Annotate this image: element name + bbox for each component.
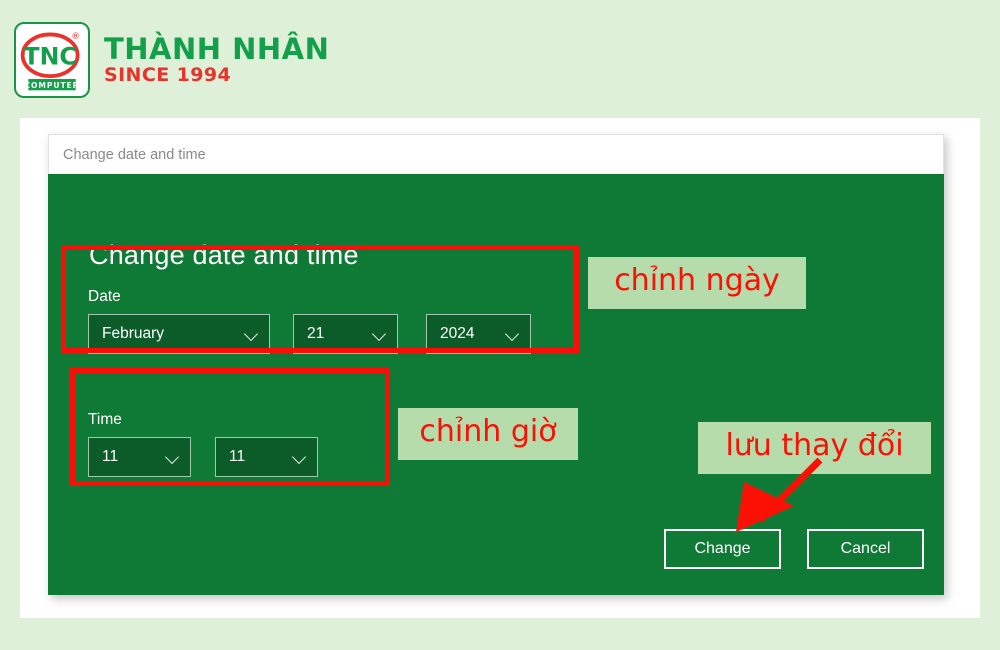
- day-dropdown-value: 21: [307, 324, 325, 342]
- dialog-heading: Change date and time: [89, 240, 359, 270]
- date-dropdown-row: February 21 2024: [88, 313, 531, 354]
- svg-text:®: ®: [71, 32, 80, 42]
- time-callout-label: chỉnh giờ: [398, 408, 578, 460]
- hour-dropdown[interactable]: 11: [88, 436, 191, 477]
- change-date-and-time-dialog: Change date and time Change date and tim…: [48, 134, 944, 595]
- brand-since: SINCE 1994: [104, 64, 232, 87]
- date-label: Date: [88, 288, 121, 305]
- change-button[interactable]: Change: [664, 529, 781, 569]
- dialog-titlebar: Change date and time: [48, 134, 944, 174]
- svg-text:TNC: TNC: [23, 43, 76, 71]
- day-dropdown[interactable]: 21: [293, 313, 398, 354]
- chevron-down-icon: [165, 449, 181, 465]
- month-dropdown[interactable]: February: [88, 313, 270, 354]
- chevron-down-icon: [244, 326, 260, 342]
- brand-header: TNC ® COMPUTER THÀNH NHÂN SINCE 1994: [14, 12, 414, 108]
- date-field-group: Date February 21 2024: [88, 289, 531, 354]
- hour-dropdown-value: 11: [102, 447, 119, 465]
- date-callout-label: chỉnh ngày: [588, 257, 806, 309]
- time-field-group: Time 11 11: [88, 412, 318, 477]
- time-label: Time: [88, 411, 122, 428]
- dialog-titlebar-text: Change date and time: [63, 146, 206, 163]
- svg-text:COMPUTER: COMPUTER: [25, 81, 80, 90]
- month-dropdown-value: February: [102, 324, 165, 342]
- year-dropdown[interactable]: 2024: [426, 313, 531, 354]
- brand-text: THÀNH NHÂN SINCE 1994: [104, 31, 330, 87]
- time-dropdown-row: 11 11: [88, 436, 318, 477]
- tnc-computer-logo-icon: TNC ® COMPUTER: [14, 22, 90, 98]
- chevron-down-icon: [505, 326, 521, 342]
- year-dropdown-value: 2024: [440, 324, 475, 342]
- chevron-down-icon: [372, 326, 388, 342]
- cancel-button[interactable]: Cancel: [807, 529, 924, 569]
- chevron-down-icon: [292, 449, 308, 465]
- minute-dropdown-value: 11: [229, 447, 246, 465]
- dialog-body: Change date and time Date February 21 20…: [48, 174, 944, 595]
- minute-dropdown[interactable]: 11: [215, 436, 318, 477]
- save-callout-label: lưu thay đổi: [698, 422, 931, 474]
- brand-name: THÀNH NHÂN: [104, 31, 330, 66]
- dialog-button-row: Change Cancel: [664, 529, 924, 569]
